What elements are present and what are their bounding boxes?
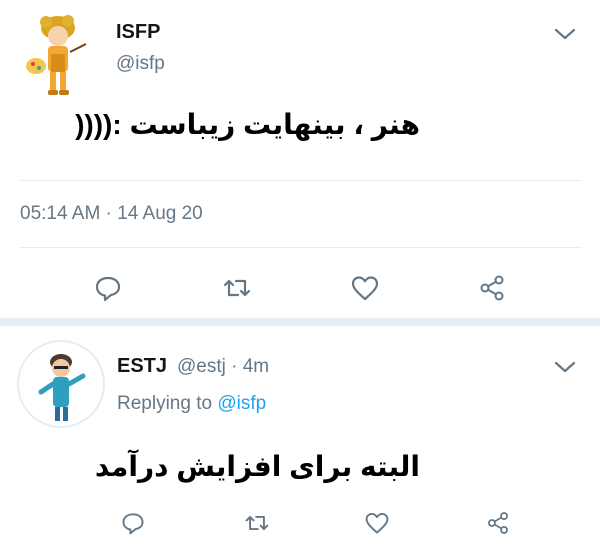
display-name[interactable]: ISFP (116, 21, 160, 44)
replying-to-label: Replying to (117, 393, 213, 414)
reply-icon[interactable] (93, 273, 123, 303)
reply-tweet[interactable]: ESTJ @estj · 4m Replying to @isfp البته … (0, 326, 600, 552)
like-icon[interactable] (364, 510, 390, 536)
tweet-text: هنر ، بینهایت زیباست :(((( (75, 109, 420, 140)
retweet-icon[interactable] (244, 510, 270, 536)
like-icon[interactable] (350, 273, 380, 303)
timestamp[interactable]: 05:14 AM · 14 Aug 20 (20, 203, 203, 225)
tweet[interactable]: ISFP @isfp هنر ، بینهایت زیباست :(((( 05… (0, 0, 600, 318)
mention-link[interactable]: @isfp (217, 393, 266, 414)
chevron-down-icon[interactable] (552, 357, 578, 377)
tweet-separator (0, 318, 600, 326)
replying-to: Replying to @isfp (117, 393, 266, 415)
reply-icon[interactable] (120, 510, 146, 536)
display-name[interactable]: ESTJ (117, 355, 167, 378)
divider (20, 247, 582, 248)
user-handle[interactable]: @isfp (116, 53, 165, 75)
user-handle-time[interactable]: @estj · 4m (177, 356, 269, 378)
chevron-down-icon[interactable] (552, 24, 578, 44)
divider (20, 180, 582, 181)
share-icon[interactable] (477, 273, 507, 303)
tweet-text: البته برای افزایش درآمد (94, 451, 420, 482)
retweet-icon[interactable] (222, 273, 252, 303)
share-icon[interactable] (485, 510, 511, 536)
avatar[interactable] (20, 10, 94, 100)
avatar[interactable] (17, 340, 105, 428)
